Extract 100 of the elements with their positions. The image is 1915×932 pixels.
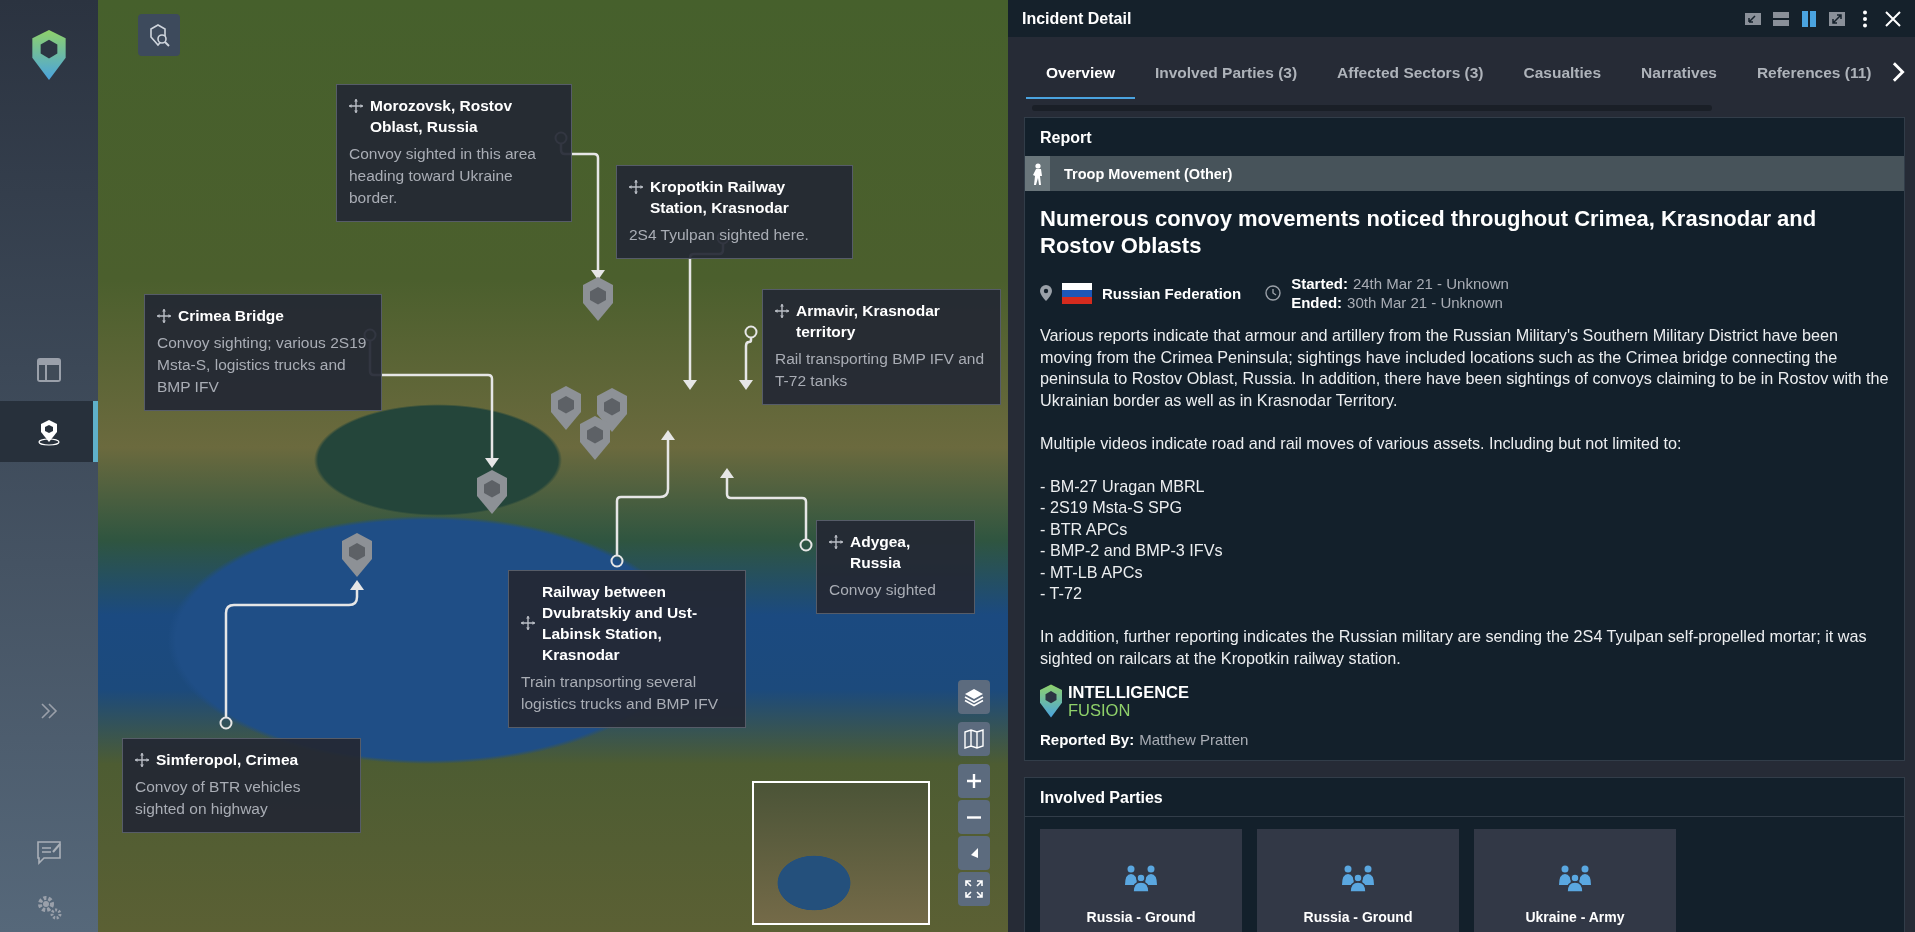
move-icon[interactable] — [829, 535, 843, 549]
map-marker[interactable] — [550, 386, 582, 430]
layout-icon — [1828, 9, 1846, 28]
party-name: Russia - Ground — [1303, 908, 1413, 925]
clock-icon — [1265, 285, 1282, 301]
basemap-button[interactable] — [958, 722, 990, 756]
date-value: 24th Mar 21 - Unknown — [1352, 275, 1509, 292]
tab[interactable]: Involved Parties (3) — [1134, 45, 1318, 99]
report-paragraph: Various reports indicate that armour and artillery from the Russian Military's Southern Military District have been moving from the Crimea Peninsula; sightings have included locations such as the Crimea bridge connecting the peninsula to Rostov Oblast, Russia. In addition, there have been sightings of convoys claiming to be in Rostov with the Ukrainian border as well as in Krasnodar Territory. — [1040, 325, 1889, 411]
feedback-icon[interactable] — [36, 840, 62, 865]
source-logo-text: INTELLIGENCE — [1068, 682, 1189, 701]
asset-list-item: - BM-27 Uragan MBRL — [1040, 475, 1206, 497]
split-layout-button[interactable] — [1799, 8, 1819, 29]
callout-title: Morozovsk, Rostov Oblast, Russia — [370, 96, 514, 137]
app-logo[interactable] — [32, 30, 66, 80]
incident-callout[interactable]: Crimea Bridge Convoy sighting; various 2S19 Msta-S, logistics trucks and BMP IFV — [144, 294, 382, 411]
compass-button[interactable] — [958, 836, 990, 870]
move-icon[interactable] — [157, 309, 171, 323]
callout-title: Kropotkin Railway Station, Krasnodar — [650, 177, 790, 218]
map-marker[interactable] — [582, 277, 614, 321]
location-search-button[interactable] — [138, 14, 180, 56]
callout-description: Rail transporting BMP IFV and T-72 tanks — [775, 349, 986, 391]
date-value: 30th Mar 21 - Unknown — [1347, 294, 1503, 311]
asset-list-item: - BMP-2 and BMP-3 IFVs — [1040, 540, 1224, 561]
category-label: Troop Movement (Other) — [1064, 165, 1233, 182]
source-logo-icon — [1040, 683, 1062, 718]
tab[interactable]: Casualties — [1503, 45, 1622, 99]
next-tabs-chevron-icon[interactable] — [1891, 61, 1905, 83]
report-title: Numerous convoy movements noticed throughout Crimea, Krasnodar and Rostov Oblasts — [1040, 205, 1818, 259]
callout-title: Armavir, Krasnodar territory — [796, 301, 941, 342]
fullscreen-icon — [964, 879, 984, 899]
incident-callout[interactable]: Simferopol, Crimea Convoy of BTR vehicles sighted on highway — [122, 738, 361, 833]
reporter-name: Matthew Pratten — [1139, 730, 1249, 748]
map-marker[interactable] — [341, 533, 373, 577]
party-name: Ukraine - Army — [1525, 908, 1625, 925]
compass-icon — [970, 848, 978, 858]
incident-callout[interactable]: Armavir, Krasnodar territory Rail transporting BMP IFV and T-72 tanks — [762, 289, 1001, 405]
party-card[interactable]: Ukraine - Army — [1474, 828, 1676, 932]
move-icon[interactable] — [135, 753, 149, 767]
minus-icon — [967, 815, 981, 819]
callout-description: 2S4 Tyulpan sighted here. — [629, 225, 810, 245]
party-card[interactable]: Russia - Ground — [1257, 828, 1459, 932]
folded-map-icon — [964, 729, 984, 749]
report-paragraph: In addition, further reporting indicates the Russian military are sending the 2S4 Tyulpan self-propelled mortar; it was sighted on railcars at the Kropotkin railway station. — [1040, 626, 1868, 669]
layout-icon — [1800, 9, 1818, 28]
close-button[interactable] — [1883, 8, 1903, 29]
tab[interactable]: Narratives — [1621, 45, 1737, 99]
card-heading: Report — [1039, 128, 1093, 148]
location-pin-icon — [1040, 285, 1052, 301]
callout-title: Railway between Dvubratskiy and Ust-Labinsk Station, Krasnodar — [542, 582, 699, 665]
double-chevron-icon[interactable] — [40, 702, 58, 720]
more-icon — [1862, 9, 1868, 28]
panel-title: Incident Detail — [1022, 9, 1133, 28]
incident-callout[interactable]: Railway between Dvubratskiy and Ust-Labinsk Station, Krasnodar Train tranpsorting several logistics trucks and BMP IFV — [508, 570, 746, 728]
search-icon — [148, 23, 170, 47]
party-name: Russia - Ground — [1086, 908, 1196, 925]
callout-description: Convoy sighted — [829, 580, 937, 600]
people-group-icon — [1123, 864, 1159, 893]
party-card[interactable]: Russia - Ground — [1040, 828, 1242, 932]
callout-description: Convoy sighted in this area heading toward Ukraine border. — [349, 144, 537, 208]
tab[interactable]: References (11) — [1736, 45, 1892, 99]
move-icon[interactable] — [521, 616, 535, 630]
fullscreen-button[interactable] — [958, 872, 990, 906]
zoom-out-button[interactable] — [958, 800, 990, 834]
layers-button[interactable] — [958, 680, 990, 714]
reported-by-label: Reported By: — [1040, 730, 1135, 748]
plus-icon — [964, 771, 984, 791]
callout-title: Crimea Bridge — [178, 306, 284, 326]
tab[interactable]: Overview — [1026, 45, 1135, 99]
flag-icon — [1062, 282, 1092, 304]
asset-list-item: - BTR APCs — [1040, 518, 1129, 540]
map-marker[interactable] — [579, 416, 611, 460]
move-icon[interactable] — [629, 180, 643, 194]
asset-list-item: - T-72 — [1040, 583, 1083, 604]
move-icon[interactable] — [775, 304, 789, 318]
zoom-in-button[interactable] — [958, 764, 990, 798]
incident-callout[interactable]: Adygea, Russia Convoy sighted — [816, 520, 975, 614]
incident-callout[interactable]: Kropotkin Railway Station, Krasnodar 2S4 Tyulpan sighted here. — [616, 165, 853, 259]
map-nav-item[interactable] — [0, 401, 98, 462]
date-label: Ended: — [1291, 294, 1343, 311]
map-pin-icon — [36, 417, 62, 446]
dashboard-icon — [36, 356, 62, 385]
people-group-icon — [1557, 864, 1593, 893]
layout-icon — [1772, 9, 1790, 28]
callout-description: Convoy of BTR vehicles sighted on highway — [135, 777, 302, 819]
date-label: Started: — [1291, 275, 1348, 292]
overview-minimap[interactable] — [752, 781, 930, 925]
map-marker[interactable] — [476, 470, 508, 514]
people-group-icon — [1340, 864, 1376, 893]
incident-callout[interactable]: Morozovsk, Rostov Oblast, Russia Convoy sighted in this area heading toward Ukraine border. — [336, 84, 572, 222]
card-heading: Involved Parties — [1025, 777, 1904, 817]
close-icon — [1884, 9, 1902, 28]
callout-description: Convoy sighting; various 2S19 Msta-S, logistics trucks and BMP IFV — [157, 333, 368, 397]
callout-title: Adygea, Russia — [850, 532, 912, 573]
report-paragraph: Multiple videos indicate road and rail moves of various assets. Including but not limited to: — [1040, 432, 1683, 454]
move-icon[interactable] — [349, 99, 363, 113]
leader-line — [739, 325, 758, 390]
layers-icon — [964, 687, 984, 707]
tab[interactable]: Affected Sectors (3) — [1317, 45, 1504, 99]
asset-list-item: - 2S19 Msta-S SPG — [1040, 497, 1184, 518]
